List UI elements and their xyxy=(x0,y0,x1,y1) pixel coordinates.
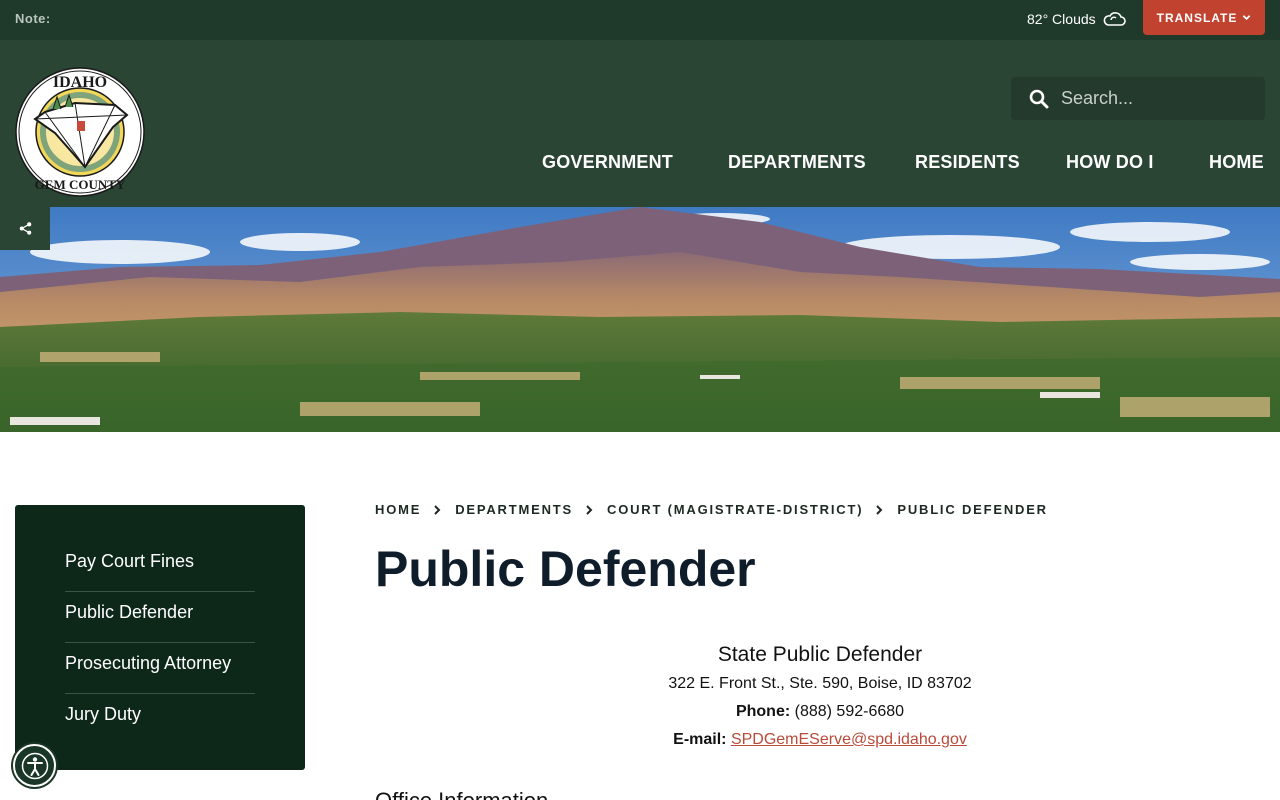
nav-how-do-i[interactable]: HOW DO I xyxy=(1066,152,1154,173)
sidebar-item-public-defender[interactable]: Public Defender xyxy=(65,592,255,643)
nav-departments[interactable]: DEPARTMENTS xyxy=(728,152,866,173)
nav-home[interactable]: HOME xyxy=(1209,152,1264,173)
breadcrumb-current: PUBLIC DEFENDER xyxy=(897,502,1048,517)
accessibility-button[interactable] xyxy=(13,744,56,787)
phone-label: Phone: xyxy=(735,703,791,720)
contact-phone-row: Phone: (888) 592-6680 xyxy=(620,698,1020,726)
chevron-down-icon xyxy=(1243,15,1251,21)
share-button[interactable] xyxy=(0,207,50,250)
contact-email-row: E-mail: SPDGemEServe@spd.idaho.gov xyxy=(620,726,1020,754)
main-nav: GOVERNMENT DEPARTMENTS RESIDENTS HOW DO … xyxy=(0,152,1280,178)
hero-banner xyxy=(0,207,1280,432)
chevron-right-icon xyxy=(586,504,593,515)
nav-government[interactable]: GOVERNMENT xyxy=(542,152,673,173)
search-box[interactable] xyxy=(1011,77,1265,120)
contact-name: State Public Defender xyxy=(717,643,923,666)
site-header: IDAHO GEM COUNTY GOVERNMENT DEPARTMENTS … xyxy=(0,40,1280,207)
chevron-right-icon xyxy=(876,504,883,515)
weather-text: 82° Clouds xyxy=(1027,11,1096,27)
email-label: E-mail: xyxy=(673,731,727,748)
office-information-heading: Office Information xyxy=(375,788,548,800)
top-bar: Note: 82° Clouds TRANSLATE xyxy=(0,0,1280,40)
breadcrumb: HOME DEPARTMENTS COURT (MAGISTRATE-DISTR… xyxy=(375,502,1048,517)
chevron-right-icon xyxy=(434,504,441,515)
breadcrumb-departments[interactable]: DEPARTMENTS xyxy=(455,502,573,517)
sidebar-nav: Pay Court Fines Public Defender Prosecut… xyxy=(15,505,305,770)
email-link[interactable]: SPDGemEServe@spd.idaho.gov xyxy=(731,731,967,748)
weather-widget[interactable]: 82° Clouds xyxy=(1027,10,1126,28)
sidebar-item-prosecuting-attorney[interactable]: Prosecuting Attorney xyxy=(65,643,255,694)
logo-bottom-text: GEM COUNTY xyxy=(35,177,126,192)
accessibility-icon xyxy=(21,752,48,779)
logo-top-text: IDAHO xyxy=(53,74,107,91)
nav-residents[interactable]: RESIDENTS xyxy=(915,152,1020,173)
translate-button[interactable]: TRANSLATE xyxy=(1143,0,1265,35)
breadcrumb-home[interactable]: HOME xyxy=(375,502,421,517)
search-icon xyxy=(1029,89,1049,108)
share-icon xyxy=(19,222,31,235)
note-label: Note: xyxy=(15,11,51,26)
phone-value: (888) 592-6680 xyxy=(794,703,905,720)
cloud-icon xyxy=(1103,12,1126,26)
search-input[interactable] xyxy=(1061,88,1261,109)
breadcrumb-court[interactable]: COURT (MAGISTRATE-DISTRICT) xyxy=(607,502,863,517)
sidebar-item-jury-duty[interactable]: Jury Duty xyxy=(65,694,255,745)
banner-landscape-image xyxy=(0,207,1280,432)
contact-block: State Public Defender 322 E. Front St., … xyxy=(620,640,1020,754)
contact-address: 322 E. Front St., Ste. 590, Boise, ID 83… xyxy=(668,675,972,692)
sidebar-item-pay-court-fines[interactable]: Pay Court Fines xyxy=(65,541,255,592)
translate-label: TRANSLATE xyxy=(1156,10,1238,25)
page-title: Public Defender xyxy=(375,541,756,597)
